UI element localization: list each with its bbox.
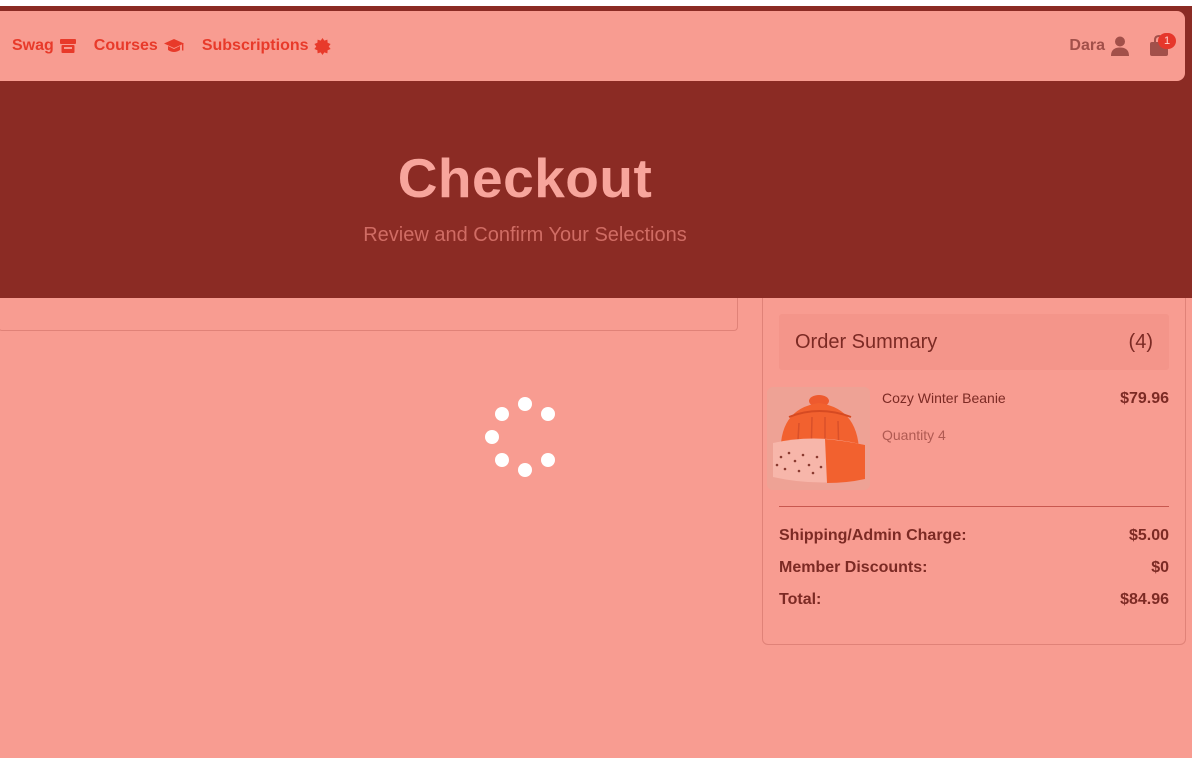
nav-courses-link[interactable]: Courses — [94, 37, 185, 55]
order-summary-header: Order Summary (4) — [779, 314, 1169, 370]
user-menu[interactable]: Dara — [1069, 36, 1129, 56]
nav-swag-label: Swag — [12, 37, 54, 54]
nav-swag-link[interactable]: Swag — [12, 37, 77, 55]
user-icon — [1111, 36, 1129, 56]
page-title: Checkout — [397, 147, 653, 209]
user-name: Dara — [1069, 37, 1105, 54]
product-quantity: Quantity 4 — [882, 427, 946, 443]
top-navbar: Swag Courses Subscriptions Dara 1 — [0, 11, 1185, 81]
total-row: Total: $84.96 — [779, 591, 1169, 609]
nav-subscriptions-link[interactable]: Subscriptions — [202, 37, 331, 55]
product-name: Cozy Winter Beanie — [882, 390, 1006, 406]
nav-user-area: Dara 1 — [1069, 11, 1176, 81]
discount-value: $0 — [1151, 559, 1169, 576]
cart-button[interactable]: 1 — [1149, 33, 1176, 58]
nav-subscriptions-label: Subscriptions — [201, 37, 309, 54]
product-image — [767, 387, 870, 490]
page-subtitle: Review and Confirm Your Selections — [363, 224, 687, 246]
total-value: $84.96 — [1120, 591, 1169, 608]
cart-count-badge: 1 — [1158, 33, 1176, 49]
spinner-dot — [541, 453, 555, 467]
spinner-dot — [518, 397, 532, 411]
badge-icon — [313, 37, 331, 55]
discount-label: Member Discounts: — [779, 559, 928, 576]
beanie-image — [767, 387, 870, 490]
spinner-dot — [495, 453, 509, 467]
shipping-label: Shipping/Admin Charge: — [779, 527, 967, 544]
graduation-cap-icon — [163, 39, 184, 52]
summary-divider — [779, 506, 1169, 507]
nav-courses-label: Courses — [93, 37, 158, 54]
shipping-row: Shipping/Admin Charge: $5.00 — [779, 527, 1169, 545]
order-summary-panel: Order Summary (4) Cozy Winter Beanie Qua… — [762, 298, 1186, 645]
loading-spinner — [480, 392, 570, 482]
order-summary-title: Order Summary — [795, 331, 938, 353]
store-icon — [59, 39, 76, 53]
nav-links: Swag Courses Subscriptions — [12, 11, 331, 81]
spinner-dot — [541, 407, 555, 421]
spinner-dot — [495, 407, 509, 421]
total-label: Total: — [779, 591, 822, 608]
checkout-form-panel — [0, 298, 738, 331]
discount-row: Member Discounts: $0 — [779, 559, 1169, 577]
order-summary-count: (4) — [1128, 331, 1153, 353]
shipping-value: $5.00 — [1128, 527, 1169, 544]
spinner-dot — [518, 463, 532, 477]
spinner-dot — [485, 430, 499, 444]
product-price: $79.96 — [1120, 390, 1169, 407]
